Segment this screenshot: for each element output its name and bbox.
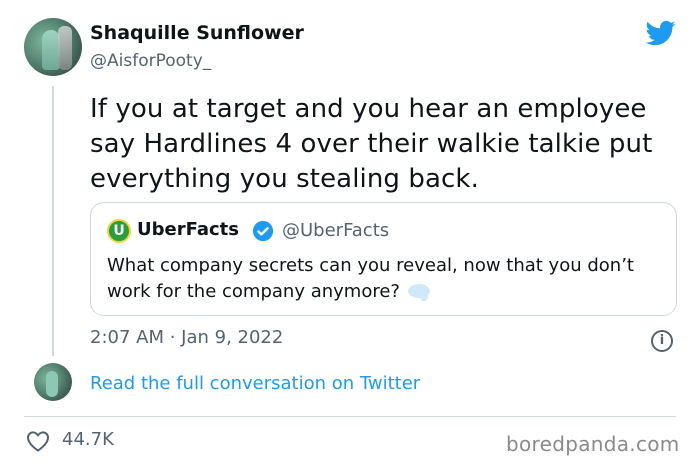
tweet-timestamp[interactable]: 2:07 AM · Jan 9, 2022 [90,327,283,348]
thread-line [52,86,54,356]
tweet-text: If you at target and you hear an employe… [90,94,653,194]
author-display-name[interactable]: Shaquille Sunflower [90,22,304,44]
watermark: boredpanda.com [506,432,680,456]
info-icon[interactable]: i [651,330,673,352]
twitter-bird-icon[interactable] [644,18,678,48]
heart-icon[interactable] [26,430,50,452]
quoted-author-name: UberFacts [137,219,239,240]
quoted-tweet-text: What company secrets can you reveal, now… [107,253,647,305]
author-handle[interactable]: @AisforPooty_ [90,51,211,71]
quoted-tweet-text-content: What company secrets can you reveal, now… [107,255,634,302]
verified-badge-icon [252,220,274,242]
quoted-tweet-card[interactable]: U UberFacts @UberFacts What company secr… [90,202,677,316]
conversation-avatar [34,363,72,401]
thought-bubble-icon [407,284,430,301]
read-conversation-link[interactable]: Read the full conversation on Twitter [90,373,420,394]
author-avatar[interactable] [24,18,82,76]
divider [24,416,676,417]
quoted-author-handle: @UberFacts [282,220,390,241]
quoted-author-avatar: U [107,219,131,243]
like-count[interactable]: 44.7K [62,429,114,450]
